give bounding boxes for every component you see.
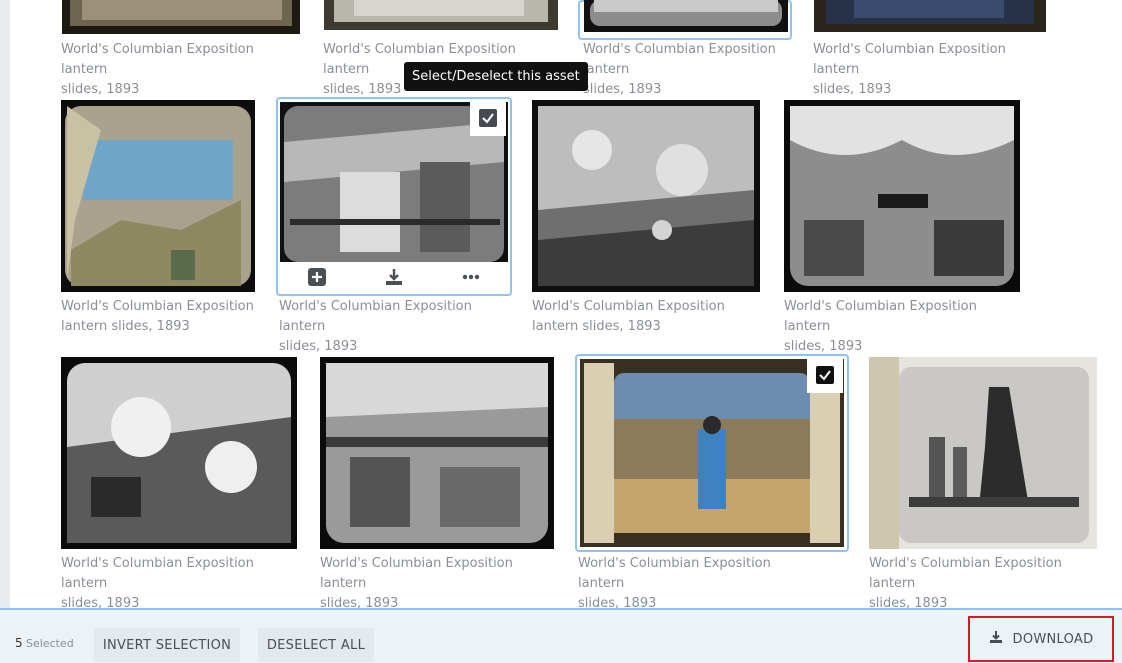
asset-caption[interactable]: World's Columbian Exposition lantern slid… bbox=[61, 297, 301, 337]
checkmark-icon bbox=[479, 109, 497, 127]
asset-caption[interactable]: World's Columbian Exposition lantern slid… bbox=[320, 554, 560, 614]
selection-bar: 5 Selected INVERT SELECTION DESELECT ALL bbox=[0, 608, 1122, 663]
select-checkbox[interactable] bbox=[470, 100, 506, 136]
left-scroll-rail bbox=[0, 0, 10, 608]
asset-caption[interactable]: World's Columbian Exposition lantern slid… bbox=[532, 297, 772, 337]
more-icon[interactable] bbox=[456, 262, 486, 292]
asset-thumbnail[interactable] bbox=[324, 0, 558, 30]
download-label: DOWNLOAD bbox=[1012, 631, 1094, 647]
deselect-all-button[interactable]: DESELECT ALL bbox=[258, 628, 374, 662]
selected-count: 5 bbox=[15, 636, 23, 650]
invert-selection-button[interactable]: INVERT SELECTION bbox=[94, 628, 240, 662]
download-icon bbox=[989, 630, 1003, 648]
download-icon[interactable] bbox=[379, 262, 409, 292]
asset-thumbnail[interactable] bbox=[532, 100, 760, 292]
select-checkbox[interactable] bbox=[807, 357, 843, 393]
download-button[interactable]: DOWNLOAD bbox=[968, 616, 1114, 662]
asset-thumbnail[interactable] bbox=[580, 359, 844, 547]
asset-caption[interactable]: World's Columbian Exposition lantern slid… bbox=[784, 297, 1024, 357]
asset-caption[interactable]: World's Columbian Exposition lantern slid… bbox=[869, 554, 1109, 614]
asset-thumbnail[interactable] bbox=[61, 357, 297, 549]
asset-action-bar bbox=[278, 262, 510, 292]
asset-caption[interactable]: World's Columbian Exposition lantern slid… bbox=[61, 40, 301, 100]
asset-caption[interactable]: World's Columbian Exposition lantern slid… bbox=[813, 40, 1053, 100]
selected-label: Selected bbox=[26, 637, 74, 650]
asset-caption[interactable]: World's Columbian Exposition lantern slid… bbox=[583, 40, 823, 100]
asset-thumbnail[interactable] bbox=[62, 0, 300, 34]
asset-caption[interactable]: World's Columbian Exposition lantern slid… bbox=[279, 297, 519, 357]
tooltip: Select/Deselect this asset bbox=[404, 62, 588, 91]
asset-caption[interactable]: World's Columbian Exposition lantern slid… bbox=[578, 554, 818, 614]
asset-thumbnail[interactable] bbox=[320, 357, 554, 549]
asset-thumbnail[interactable] bbox=[61, 100, 255, 292]
asset-thumbnail[interactable] bbox=[584, 0, 788, 32]
asset-thumbnail[interactable] bbox=[814, 0, 1046, 32]
checkmark-icon bbox=[816, 366, 834, 384]
asset-thumbnail[interactable] bbox=[869, 357, 1097, 549]
asset-thumbnail[interactable] bbox=[784, 100, 1020, 292]
asset-caption[interactable]: World's Columbian Exposition lantern slid… bbox=[61, 554, 301, 614]
add-icon[interactable] bbox=[302, 262, 332, 292]
